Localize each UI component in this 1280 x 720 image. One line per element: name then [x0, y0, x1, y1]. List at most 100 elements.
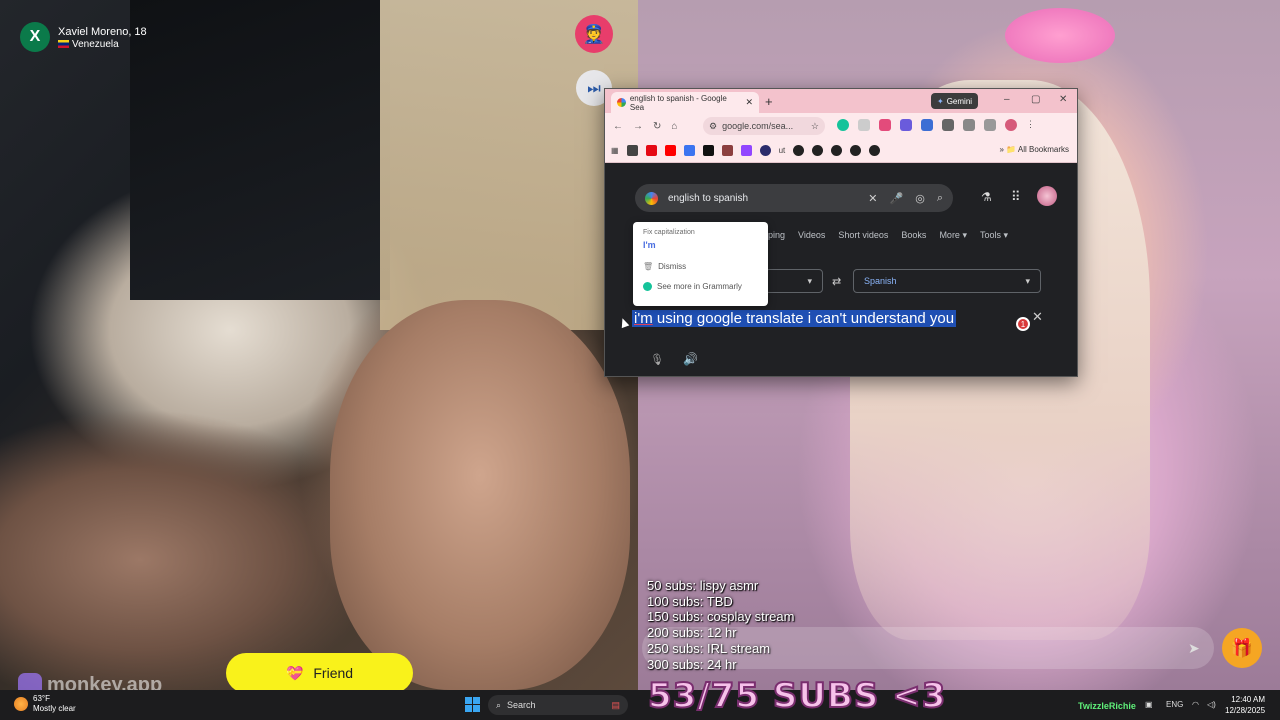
bookmark-icon[interactable] — [626, 145, 638, 156]
send-icon[interactable]: ➤ — [1188, 640, 1200, 657]
apps-grid-icon[interactable]: ▦ — [611, 146, 619, 155]
tab-bar: english to spanish - Google Sea ✕ + ✦ Ge… — [605, 89, 1077, 113]
microphone-icon[interactable]: 🎙 — [650, 353, 664, 366]
menu-kebab-icon[interactable]: ⋮ — [1026, 119, 1035, 131]
cast-icon[interactable] — [963, 119, 975, 131]
close-window-icon[interactable]: ✕ — [1059, 94, 1067, 105]
filter-videos[interactable]: Videos — [798, 230, 825, 241]
extensions-puzzle-icon[interactable] — [942, 119, 954, 131]
friend-button[interactable]: 💝 Friend — [226, 653, 413, 693]
profile-icon[interactable] — [1005, 119, 1017, 131]
tray-app-label[interactable]: TwizzleRichie — [1078, 701, 1136, 711]
clear-input-icon[interactable]: ✕ — [1032, 309, 1043, 325]
heart-icon: 💝 — [285, 664, 304, 681]
reload-icon[interactable]: ↻ — [653, 121, 661, 132]
hair-bow — [1005, 8, 1115, 63]
tray-app-icon[interactable]: ▣ — [1145, 700, 1153, 709]
weather-widget[interactable]: 63°F Mostly clear — [14, 694, 76, 714]
chat-input[interactable] — [642, 627, 1214, 669]
translate-input[interactable]: i'm using google translate i can't under… — [632, 308, 957, 328]
google-g-icon — [645, 191, 658, 205]
report-button[interactable]: 👮 — [575, 15, 613, 53]
suggestion-header: Fix capitalization — [643, 229, 695, 236]
input-language[interactable]: ENG — [1166, 700, 1183, 709]
search-icon[interactable]: ⌕ — [937, 192, 943, 205]
twitch-icon[interactable] — [740, 145, 752, 156]
new-tab-button[interactable]: + — [765, 94, 773, 109]
sub-goal: 100 subs: TBD — [647, 593, 733, 609]
home-icon[interactable]: ⌂ — [671, 121, 677, 132]
peer-face — [330, 300, 630, 690]
bookmark-icon[interactable] — [850, 145, 862, 156]
filter-books[interactable]: Books — [901, 230, 926, 241]
bookmark-icon[interactable] — [831, 145, 843, 156]
screen: X Xaviel Moreno, 18 Venezuela 👮 ⏭ englis… — [0, 0, 1280, 720]
peer-name: Xaviel Moreno, 18 — [58, 25, 147, 38]
all-bookmarks[interactable]: » 📁 All Bookmarks — [999, 145, 1069, 154]
see-more-action[interactable]: See more in Grammarly — [643, 282, 758, 291]
tab-close-icon[interactable]: ✕ — [745, 97, 753, 108]
bookmark-icon[interactable] — [793, 145, 805, 156]
flagged-word[interactable]: i'm — [634, 310, 653, 327]
dismiss-label: Dismiss — [658, 262, 687, 271]
venezuela-flag-icon — [58, 40, 69, 48]
bookmark-icon[interactable] — [721, 145, 733, 156]
google-apps-icon[interactable]: ⠿ — [1011, 189, 1021, 205]
taskbar-clock[interactable]: 12:40 AM 12/28/2025 — [1225, 694, 1265, 716]
bookmark-icon[interactable] — [683, 145, 695, 156]
peer-country: Venezuela — [58, 39, 147, 50]
account-avatar[interactable] — [1037, 186, 1057, 206]
volume-icon[interactable]: ◁) — [1207, 700, 1216, 709]
audio-extension-icon[interactable] — [900, 119, 912, 131]
source-language-select[interactable]: ▾ — [765, 269, 823, 293]
maximize-icon[interactable]: ▢ — [1031, 94, 1040, 105]
search-box[interactable]: english to spanish ✕ 🎤 ◎ ⌕ — [635, 184, 953, 212]
peer-user-tag[interactable]: X Xaviel Moreno, 18 Venezuela — [20, 22, 147, 52]
speaker-icon[interactable]: 🔊 — [683, 352, 698, 366]
swap-languages-icon[interactable]: ⇄ — [832, 275, 841, 288]
extension-icon[interactable] — [858, 119, 870, 131]
browser-toolbar: ← → ↻ ⌂ ⚙ google.com/sea... ☆ ⋮ — [605, 113, 1077, 139]
forward-icon[interactable]: → — [633, 121, 643, 132]
bookmark-icon[interactable] — [869, 145, 881, 156]
suggestion-fix[interactable]: I'm — [643, 240, 758, 250]
address-bar[interactable]: ⚙ google.com/sea... ☆ — [703, 117, 825, 135]
bookmark-icon[interactable] — [812, 145, 824, 156]
netflix-icon[interactable] — [645, 145, 657, 156]
tab-google-search[interactable]: english to spanish - Google Sea ✕ — [611, 92, 759, 113]
grammarly-extension-icon[interactable] — [837, 119, 849, 131]
back-icon[interactable]: ← — [613, 121, 623, 132]
r-extension-icon[interactable] — [921, 119, 933, 131]
filter-more[interactable]: More ▾ — [939, 230, 967, 241]
friend-label: Friend — [313, 665, 354, 681]
gemini-button[interactable]: ✦ Gemini — [931, 93, 979, 109]
sub-goal: 150 subs: cosplay stream — [647, 609, 795, 625]
weather-desc: Mostly clear — [33, 704, 76, 713]
voice-search-icon[interactable]: 🎤 — [890, 192, 904, 205]
wifi-icon[interactable]: ◠ — [1192, 700, 1199, 709]
downloads-icon[interactable] — [984, 119, 996, 131]
peer-avatar: X — [20, 22, 50, 52]
target-language-select[interactable]: Spanish ▾ — [853, 269, 1041, 293]
site-info-icon[interactable]: ⚙ — [709, 121, 717, 132]
dismiss-action[interactable]: 🗑 Dismiss — [643, 262, 758, 271]
lens-icon[interactable]: ◎ — [915, 192, 925, 205]
minimize-icon[interactable]: – — [1004, 94, 1010, 105]
bookmark-label[interactable]: ut — [779, 146, 786, 155]
gift-button[interactable]: 🎁 — [1222, 628, 1262, 668]
taskbar-search[interactable]: ⌕ Search ▤ — [488, 695, 628, 715]
x-icon[interactable] — [702, 145, 714, 156]
youtube-icon[interactable] — [664, 145, 676, 156]
windows-start-icon[interactable] — [465, 697, 480, 712]
filter-tools[interactable]: Tools ▾ — [980, 230, 1008, 241]
grammarly-badge[interactable]: 1 — [1016, 317, 1030, 331]
clear-search-icon[interactable]: ✕ — [868, 192, 877, 205]
filter-short-videos[interactable]: Short videos — [838, 230, 888, 241]
search-icon: ⌕ — [496, 699, 502, 710]
bookmark-icon[interactable] — [759, 145, 771, 156]
labs-flask-icon[interactable]: ⚗ — [981, 190, 992, 204]
bookmark-star-icon[interactable]: ☆ — [811, 121, 819, 132]
tp-extension-icon[interactable] — [879, 119, 891, 131]
police-officer-icon: 👮 — [582, 23, 606, 44]
bookmarks-bar: ▦ ut » 📁 All Bookmarks — [605, 139, 1077, 163]
